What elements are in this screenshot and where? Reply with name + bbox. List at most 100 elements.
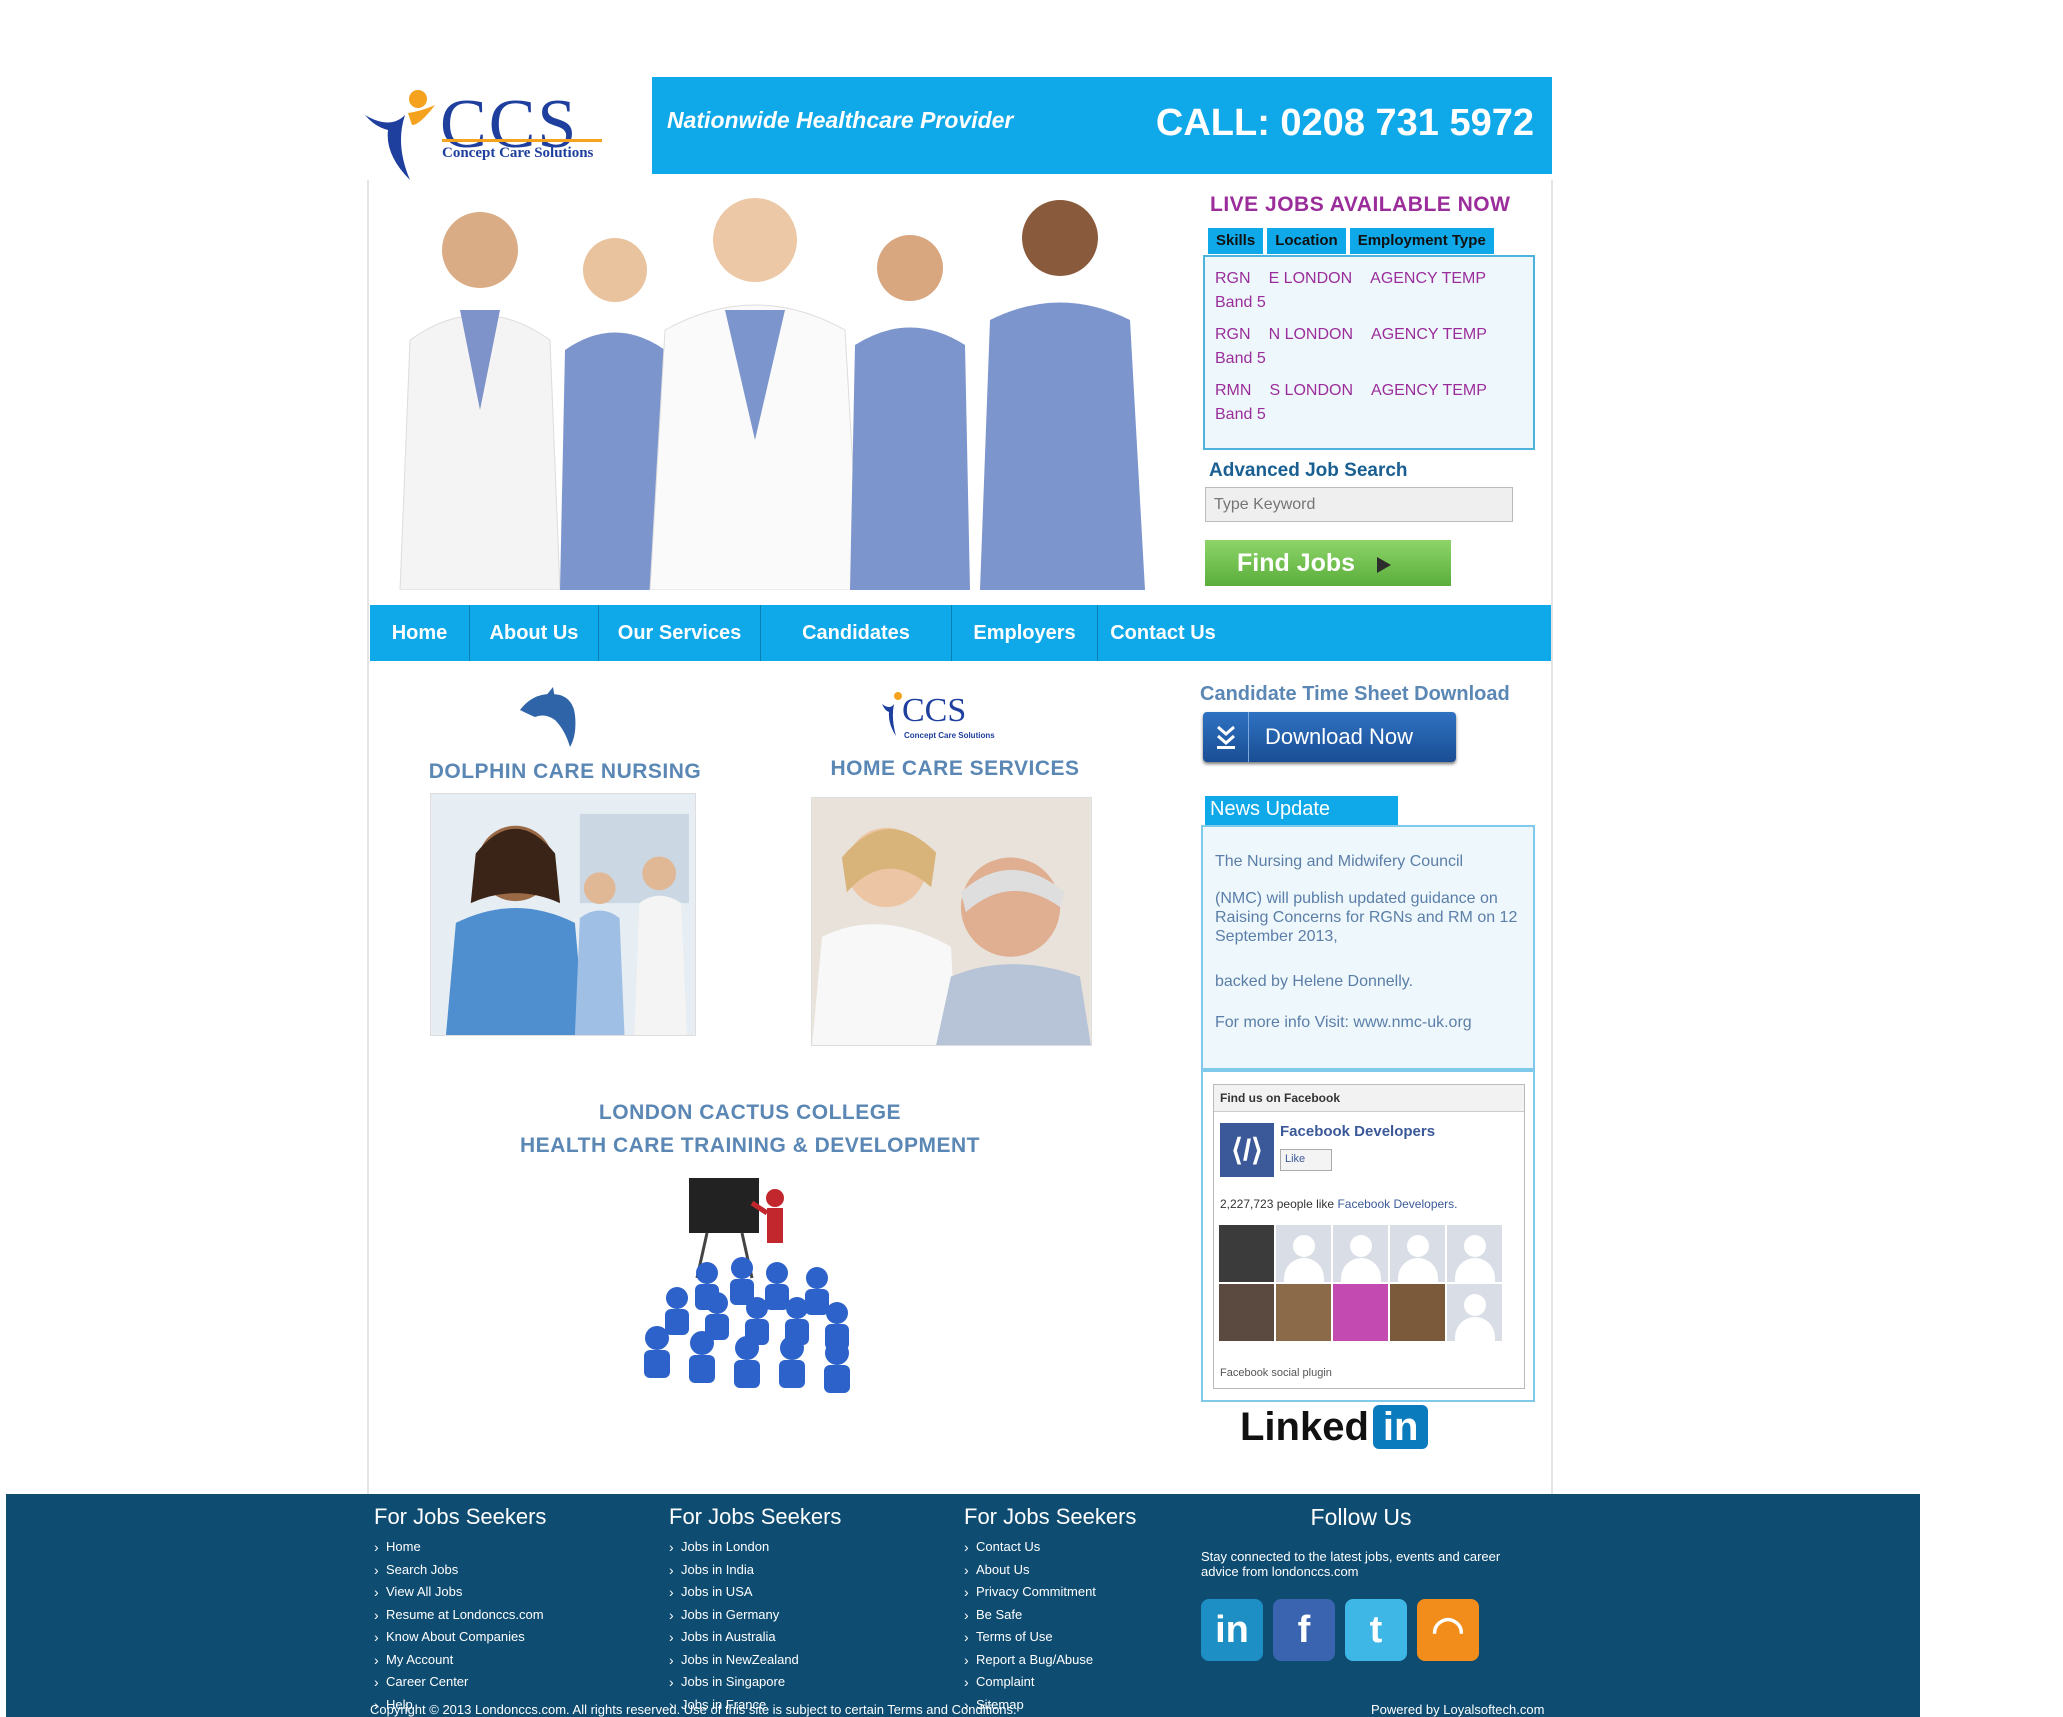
facebook-developers-icon[interactable]: ⟨/⟩ bbox=[1220, 1123, 1274, 1177]
dolphin-care-title[interactable]: DOLPHIN CARE NURSING bbox=[410, 760, 720, 784]
nav-our-services[interactable]: Our Services bbox=[599, 605, 761, 661]
fan-avatar[interactable] bbox=[1333, 1225, 1388, 1282]
homecare-logo-tagline: Concept Care Solutions bbox=[904, 731, 995, 740]
linkedin-in-badge: in bbox=[1372, 1405, 1429, 1449]
tab-location[interactable]: Location bbox=[1267, 228, 1346, 254]
footer-link[interactable]: Know About Companies bbox=[374, 1626, 546, 1649]
fan-avatar[interactable] bbox=[1276, 1284, 1331, 1341]
footer-link[interactable]: Jobs in Australia bbox=[669, 1626, 841, 1649]
fan-avatar[interactable] bbox=[1390, 1284, 1445, 1341]
dolphin-icon[interactable] bbox=[515, 685, 580, 750]
training-classroom-image[interactable] bbox=[597, 1168, 900, 1413]
footer-link[interactable]: Report a Bug/Abuse bbox=[964, 1649, 1136, 1672]
footer-link[interactable]: Search Jobs bbox=[374, 1559, 546, 1582]
call-number[interactable]: CALL: 0208 731 5972 bbox=[1156, 102, 1534, 145]
hero-healthcare-staff-image bbox=[370, 180, 1180, 590]
job-listing[interactable]: RGN E LONDON AGENCY TEMP Band 5 bbox=[1215, 267, 1523, 315]
footer-link[interactable]: Contact Us bbox=[964, 1536, 1136, 1559]
fan-avatar[interactable] bbox=[1276, 1225, 1331, 1282]
live-jobs-tabs: Skills Location Employment Type bbox=[1208, 228, 1494, 254]
nav-home[interactable]: Home bbox=[370, 605, 470, 661]
footer-link[interactable]: View All Jobs bbox=[374, 1581, 546, 1604]
job-listing[interactable]: RMN S LONDON AGENCY TEMP Band 5 bbox=[1215, 379, 1523, 427]
footer-link[interactable]: Jobs in London bbox=[669, 1536, 841, 1559]
nav-about-us[interactable]: About Us bbox=[470, 605, 599, 661]
job-location: S LONDON bbox=[1269, 382, 1354, 399]
logo-tagline: Concept Care Solutions bbox=[442, 145, 594, 161]
footer-link[interactable]: My Account bbox=[374, 1649, 546, 1672]
twitter-icon[interactable]: t bbox=[1345, 1599, 1407, 1661]
nav-candidates[interactable]: Candidates bbox=[761, 605, 952, 661]
footer-link[interactable]: Jobs in USA bbox=[669, 1581, 841, 1604]
job-type: AGENCY TEMP bbox=[1371, 382, 1487, 399]
job-listing[interactable]: RGN N LONDON AGENCY TEMP Band 5 bbox=[1215, 323, 1523, 371]
facebook-count-text: 2,227,723 people like bbox=[1220, 1197, 1335, 1211]
footer-link[interactable]: Career Center bbox=[374, 1671, 546, 1694]
advanced-search-title: Advanced Job Search bbox=[1209, 460, 1408, 481]
tab-skills[interactable]: Skills bbox=[1208, 228, 1264, 254]
fan-avatar[interactable] bbox=[1390, 1225, 1445, 1282]
footer-column-title: For Jobs Seekers bbox=[964, 1504, 1137, 1529]
home-care-photo[interactable] bbox=[811, 797, 1092, 1046]
fan-avatar[interactable] bbox=[1447, 1225, 1502, 1282]
find-jobs-label: Find Jobs bbox=[1237, 548, 1356, 577]
footer-link[interactable]: Jobs in Germany bbox=[669, 1604, 841, 1627]
footer-link[interactable]: Complaint bbox=[964, 1671, 1136, 1694]
tab-employment-type[interactable]: Employment Type bbox=[1349, 228, 1494, 254]
footer-link[interactable]: Home bbox=[374, 1536, 546, 1559]
dolphin-nurses-photo[interactable] bbox=[430, 793, 696, 1036]
footer-link[interactable]: Jobs in NewZealand bbox=[669, 1649, 841, 1672]
linkedin-logo[interactable]: Linked in bbox=[1240, 1405, 1429, 1450]
logo-underline bbox=[442, 139, 602, 142]
homecare-ccs-logo[interactable]: CCS Concept Care Solutions bbox=[880, 690, 1000, 745]
footer-follow-us: Follow Us Stay connected to the latest j… bbox=[1201, 1504, 1521, 1661]
copyright-text: Copyright © 2013 Londonccs.com. All righ… bbox=[370, 1702, 1017, 1717]
rss-icon[interactable]: ◠ bbox=[1417, 1599, 1479, 1661]
facebook-like-count: 2,227,723 people like Facebook Developer… bbox=[1220, 1197, 1458, 1211]
footer-link[interactable]: Be Safe bbox=[964, 1604, 1136, 1627]
fan-avatar[interactable] bbox=[1333, 1284, 1388, 1341]
facebook-count-link[interactable]: Facebook Developers. bbox=[1337, 1197, 1457, 1211]
fan-avatar[interactable] bbox=[1219, 1225, 1274, 1282]
footer-link[interactable]: Privacy Commitment bbox=[964, 1581, 1136, 1604]
footer-column-3: For Jobs Seekers Contact Us About Us Pri… bbox=[964, 1504, 1136, 1716]
linkedin-word: Linked bbox=[1240, 1405, 1369, 1449]
fan-avatar[interactable] bbox=[1447, 1284, 1502, 1341]
college-title[interactable]: LONDON CACTUS COLLEGE bbox=[480, 1101, 1020, 1125]
timesheet-title: Candidate Time Sheet Download bbox=[1200, 683, 1510, 705]
job-location: E LONDON bbox=[1268, 270, 1353, 287]
footer-link[interactable]: Jobs in India bbox=[669, 1559, 841, 1582]
content-border-left bbox=[367, 180, 369, 1505]
find-jobs-button[interactable]: Find Jobs bbox=[1205, 540, 1451, 586]
powered-by-link[interactable]: Powered by Loyalsoftech.com bbox=[1371, 1702, 1544, 1717]
news-update-title: News Update bbox=[1205, 796, 1398, 825]
homecare-logo-text: CCS bbox=[902, 692, 967, 729]
ccs-logo[interactable]: CCS Concept Care Solutions bbox=[360, 75, 610, 180]
follow-us-text: Stay connected to the latest jobs, event… bbox=[1201, 1549, 1501, 1579]
fan-avatar[interactable] bbox=[1219, 1284, 1274, 1341]
play-arrow-icon bbox=[1377, 557, 1391, 573]
facebook-page: ⟨/⟩ Facebook Developers Like bbox=[1220, 1123, 1435, 1177]
live-jobs-title: LIVE JOBS AVAILABLE NOW bbox=[1210, 193, 1511, 216]
footer-link[interactable]: Terms of Use bbox=[964, 1626, 1136, 1649]
footer-link[interactable]: Resume at Londonccs.com bbox=[374, 1604, 546, 1627]
home-care-title[interactable]: HOME CARE SERVICES bbox=[800, 757, 1110, 781]
footer-column-1: For Jobs Seekers Home Search Jobs View A… bbox=[374, 1504, 546, 1716]
facebook-icon[interactable]: f bbox=[1273, 1599, 1335, 1661]
job-type: AGENCY TEMP bbox=[1371, 326, 1487, 343]
download-now-button[interactable]: Download Now bbox=[1203, 712, 1456, 762]
nav-employers[interactable]: Employers bbox=[952, 605, 1098, 661]
job-type: AGENCY TEMP bbox=[1370, 270, 1487, 287]
news-link[interactable]: For more info Visit: www.nmc-uk.org bbox=[1215, 1013, 1521, 1032]
nav-contact-us[interactable]: Contact Us bbox=[1098, 605, 1228, 661]
footer: For Jobs Seekers Home Search Jobs View A… bbox=[6, 1494, 1920, 1717]
facebook-header: Find us on Facebook bbox=[1214, 1085, 1524, 1112]
linkedin-icon[interactable]: in bbox=[1201, 1599, 1263, 1661]
keyword-search-input[interactable] bbox=[1205, 487, 1513, 522]
facebook-like-button[interactable]: Like bbox=[1280, 1149, 1332, 1171]
logo-swoosh-icon bbox=[365, 90, 435, 180]
footer-link[interactable]: Jobs in Singapore bbox=[669, 1671, 841, 1694]
content-border-right bbox=[1551, 180, 1553, 1505]
footer-link[interactable]: About Us bbox=[964, 1559, 1136, 1582]
job-skill: RGN bbox=[1215, 270, 1251, 287]
